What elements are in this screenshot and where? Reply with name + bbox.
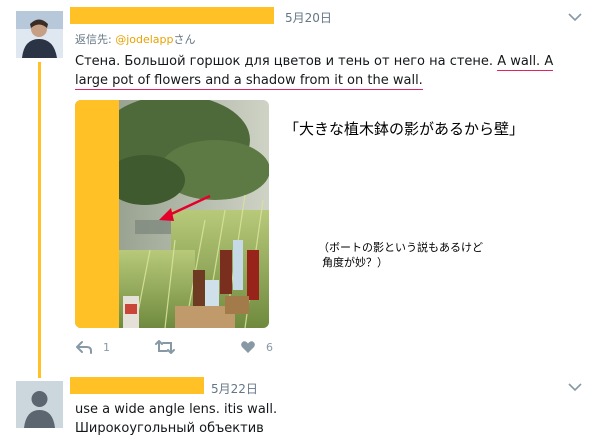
redacted-username xyxy=(70,7,274,24)
reply-icon xyxy=(76,341,92,354)
retweet-icon xyxy=(155,340,175,354)
heart-icon xyxy=(241,341,255,353)
reply-button[interactable]: 1 xyxy=(75,340,110,354)
avatar-default[interactable] xyxy=(16,381,63,428)
redacted-username xyxy=(70,377,204,394)
tweet-text-russian: Стена. Большой горшок для цветов и тень … xyxy=(75,54,498,69)
wall-flowerpot-photo xyxy=(75,100,269,328)
tweet-photo[interactable] xyxy=(75,100,269,328)
default-profile-icon xyxy=(16,381,63,428)
tweet-body-line1: use a wide angle lens. itis wall. xyxy=(75,402,278,417)
avatar[interactable] xyxy=(16,11,63,58)
reply-to-suffix: さん xyxy=(173,33,196,46)
tweet-date[interactable]: 5月22日 xyxy=(211,380,258,397)
like-button[interactable]: 6 xyxy=(240,340,273,354)
like-count: 6 xyxy=(266,340,273,354)
annotation-side-line2: 角度が妙？） xyxy=(322,256,388,269)
reply-count: 1 xyxy=(103,340,110,354)
retweet-button[interactable] xyxy=(155,340,183,354)
annotation-side: （ボートの影という説もあるけど 角度が妙？） xyxy=(318,240,483,270)
tweet-actions: 1 6 xyxy=(75,340,285,360)
chevron-down-icon[interactable] xyxy=(568,382,582,392)
thread-connector-line xyxy=(38,62,41,378)
tweet-date[interactable]: 5月20日 xyxy=(285,9,332,26)
tweet-body: Стена. Большой горшок для цветов и тень … xyxy=(75,52,580,90)
reply-to-line: 返信先: @jodelappさん xyxy=(75,31,196,47)
reply-handle-link[interactable]: @jodelapp xyxy=(115,33,173,46)
annotation-main: 「大きな植木鉢の影があるから壁」 xyxy=(284,120,525,138)
user-photo xyxy=(16,11,63,58)
tweet-body-line2: Широкоугольный объектив xyxy=(75,421,264,436)
reply-to-prefix: 返信先: xyxy=(75,33,112,46)
chevron-down-icon[interactable] xyxy=(568,12,582,22)
annotation-side-line1: （ボートの影という説もあるけど xyxy=(318,241,483,254)
